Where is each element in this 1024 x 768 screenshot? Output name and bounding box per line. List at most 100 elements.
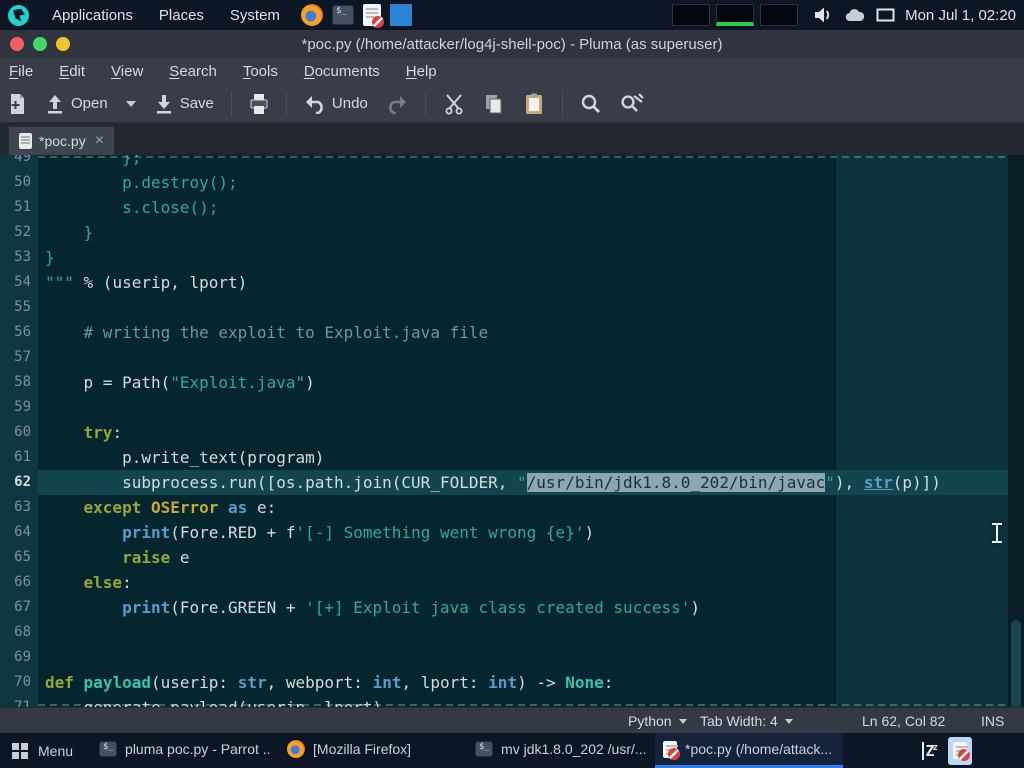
scrollbar-thumb[interactable] — [1011, 620, 1021, 707]
panel-menu-places[interactable]: Places — [146, 3, 217, 28]
parrot-logo-icon[interactable] — [8, 5, 29, 26]
pluma-icon[interactable] — [363, 4, 381, 26]
code-line[interactable]: 62 subprocess.run([os.path.join(CUR_FOLD… — [0, 470, 1008, 495]
task-label: pluma poc.py - Parrot ... — [125, 741, 271, 757]
task-button[interactable]: [Mozilla Firefox] — [279, 733, 467, 768]
menu-edit[interactable]: Edit — [46, 60, 98, 83]
panel-menus: ApplicationsPlacesSystem — [39, 3, 293, 28]
code-line[interactable]: 67 print(Fore.GREEN + '[+] Exploit java … — [0, 595, 1008, 620]
line-number: 52 — [0, 220, 38, 245]
line-number: 56 — [0, 320, 38, 345]
vscode-icon[interactable] — [390, 4, 412, 26]
pluma-icon — [953, 742, 967, 759]
code-text: p.destroy(); — [38, 170, 1008, 195]
new-document-button[interactable] — [0, 89, 34, 119]
line-number: 57 — [0, 345, 38, 370]
code-line[interactable]: 56 # writing the exploit to Exploit.java… — [0, 320, 1008, 345]
menubar: FileEditViewSearchToolsDocumentsHelp — [0, 58, 1024, 85]
code-line[interactable]: 63 except OSError as e: — [0, 495, 1008, 520]
task-button[interactable]: mv jdk1.8.0_202 /usr/... — [467, 733, 655, 768]
cut-button[interactable] — [436, 89, 472, 119]
code-line[interactable]: 60 try: — [0, 420, 1008, 445]
code-line[interactable]: 69 — [0, 645, 1008, 670]
code-line[interactable]: 55 — [0, 295, 1008, 320]
panel-menu-applications[interactable]: Applications — [39, 3, 146, 28]
menu-button[interactable]: Menu — [0, 733, 87, 768]
menu-documents[interactable]: Documents — [291, 60, 393, 83]
code-line[interactable]: 58 p = Path("Exploit.java") — [0, 370, 1008, 395]
code-line[interactable]: 54""" % (userip, lport) — [0, 270, 1008, 295]
code-text — [38, 345, 1008, 370]
menu-search[interactable]: Search — [156, 60, 230, 83]
copy-button[interactable] — [476, 89, 512, 119]
tab-poc-py[interactable]: *poc.py × — [8, 126, 115, 155]
line-number: 50 — [0, 170, 38, 195]
task-button[interactable]: *poc.py (/home/attack... — [655, 733, 843, 768]
window-titlebar: *poc.py (/home/attacker/log4j-shell-poc)… — [0, 30, 1024, 58]
firefox-icon[interactable] — [301, 4, 323, 26]
menu-help[interactable]: Help — [393, 60, 450, 83]
code-line[interactable]: 51 s.close(); — [0, 195, 1008, 220]
code-line[interactable]: 57 — [0, 345, 1008, 370]
undo-button[interactable]: Undo — [297, 90, 375, 118]
task-list: pluma poc.py - Parrot ... [Mozilla Firefo… — [91, 733, 843, 768]
workspace-1[interactable] — [672, 4, 710, 26]
clock[interactable]: Mon Jul 1, 02:20 — [905, 7, 1016, 24]
line-number: 61 — [0, 445, 38, 470]
chevron-down-icon — [679, 719, 687, 724]
workspace-3[interactable] — [760, 4, 798, 26]
line-number: 58 — [0, 370, 38, 395]
tab-close-icon[interactable]: × — [95, 133, 104, 149]
paste-button[interactable] — [516, 89, 552, 119]
menu-tools[interactable]: Tools — [230, 60, 291, 83]
menu-file[interactable]: File — [0, 60, 46, 83]
menu-view[interactable]: View — [98, 60, 156, 83]
save-button[interactable]: Save — [147, 89, 221, 119]
window-title: *poc.py (/home/attacker/log4j-shell-poc)… — [0, 36, 1024, 53]
open-recent-dropdown[interactable] — [119, 97, 143, 111]
open-label: Open — [71, 95, 108, 112]
find-button[interactable] — [573, 89, 609, 119]
screen-icon[interactable] — [876, 8, 895, 23]
code-line[interactable]: 68 — [0, 620, 1008, 645]
code-line[interactable]: 65 raise e — [0, 545, 1008, 570]
cloud-icon[interactable] — [844, 8, 866, 23]
line-number: 68 — [0, 620, 38, 645]
print-button[interactable] — [242, 89, 276, 119]
workspace-2[interactable] — [716, 4, 754, 26]
clipped-line-top — [38, 156, 1008, 158]
firefox-icon — [287, 740, 305, 758]
terminal-icon[interactable] — [332, 5, 354, 25]
line-number: 60 — [0, 420, 38, 445]
line-number: 62 — [0, 470, 38, 495]
redo-button[interactable] — [379, 90, 415, 118]
code-line[interactable]: 59 — [0, 395, 1008, 420]
task-button[interactable]: pluma poc.py - Parrot ... — [91, 733, 279, 768]
language-selector[interactable]: Python — [628, 708, 687, 734]
toolbar: Open Save Undo — [0, 85, 1024, 123]
open-button[interactable]: Open — [38, 89, 115, 119]
code-text: print(Fore.RED + f'[-] Something went wr… — [38, 520, 1008, 545]
code-line[interactable]: 70def payload(userip: str, webport: int,… — [0, 670, 1008, 695]
terminal-icon — [475, 741, 493, 757]
code-text: # writing the exploit to Exploit.java fi… — [38, 320, 1008, 345]
zzz-icon[interactable]: Zz — [922, 742, 936, 760]
toolbar-separator — [286, 92, 287, 116]
code-line[interactable]: 61 p.write_text(program) — [0, 445, 1008, 470]
toolbar-separator — [425, 92, 426, 116]
task-label: mv jdk1.8.0_202 /usr/... — [501, 741, 647, 757]
code-text: def payload(userip: str, webport: int, l… — [38, 670, 1008, 695]
code-line[interactable]: 53} — [0, 245, 1008, 270]
workspace-switcher[interactable] — [672, 4, 798, 26]
tab-width-selector[interactable]: Tab Width: 4 — [700, 708, 793, 734]
panel-menu-system[interactable]: System — [217, 3, 293, 28]
code-line[interactable]: 66 else: — [0, 570, 1008, 595]
code-line[interactable]: 50 p.destroy(); — [0, 170, 1008, 195]
text-editor[interactable]: 49 };50 p.destroy();51 s.close();52 }53}… — [0, 155, 1024, 707]
vertical-scrollbar[interactable] — [1008, 155, 1024, 707]
code-line[interactable]: 64 print(Fore.RED + f'[-] Something went… — [0, 520, 1008, 545]
replace-button[interactable] — [613, 89, 651, 119]
volume-icon[interactable] — [814, 6, 834, 24]
pluma-tray-icon[interactable] — [948, 737, 972, 765]
code-line[interactable]: 52 } — [0, 220, 1008, 245]
